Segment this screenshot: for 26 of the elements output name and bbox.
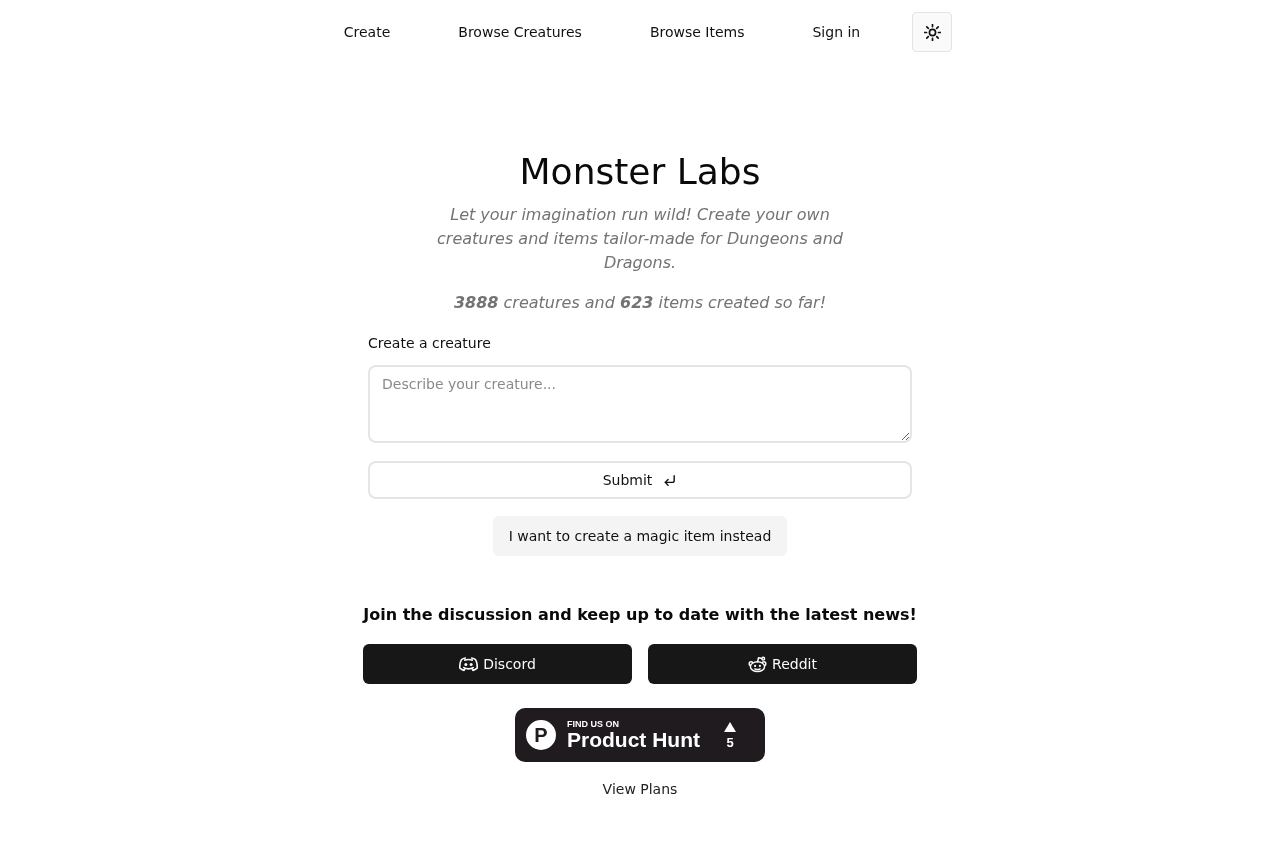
sign-in-link[interactable]: Sign in — [812, 21, 861, 43]
product-hunt-badge[interactable]: P FIND US ON Product Hunt 5 — [515, 708, 765, 762]
badge-eyebrow-text: FIND US ON — [567, 719, 620, 729]
discord-button[interactable]: Discord — [363, 644, 632, 684]
creation-stats: 3888 creatures and 623 items created so far! — [453, 292, 827, 314]
nav-link[interactable]: Browse Creatures — [458, 21, 582, 43]
reddit-button[interactable]: Reddit — [648, 644, 917, 684]
magic-item-button[interactable]: I want to create a magic item instead — [492, 516, 788, 556]
upvote-count: 5 — [726, 735, 734, 749]
community-heading: Join the discussion and keep up to date with the latest news! — [363, 604, 917, 626]
creature-description-field[interactable]: Describe your creature... — [368, 365, 912, 443]
view-plans-link[interactable]: View Plans — [602, 779, 678, 800]
hero-tagline: Let your imagination run wild! Create your own creatures and items tailor-made for Dungeons and Dragons. — [436, 204, 844, 274]
return-arrow-icon — [662, 472, 678, 488]
nav-link[interactable]: Create — [343, 21, 391, 43]
field-label: Create a creature — [368, 334, 492, 353]
theme-toggle-button[interactable] — [912, 12, 953, 52]
submit-button[interactable]: Submit — [368, 461, 912, 499]
reddit-logo-icon — [748, 654, 768, 674]
upvote-icon — [724, 721, 736, 732]
nav-link[interactable]: Browse Items — [649, 21, 745, 43]
product-hunt-logo: P — [526, 720, 556, 750]
product-hunt-name: Product Hunt — [567, 729, 700, 751]
page-title: Monster Labs — [519, 150, 761, 193]
sun-icon — [923, 23, 941, 41]
discord-logo-icon — [459, 654, 479, 674]
